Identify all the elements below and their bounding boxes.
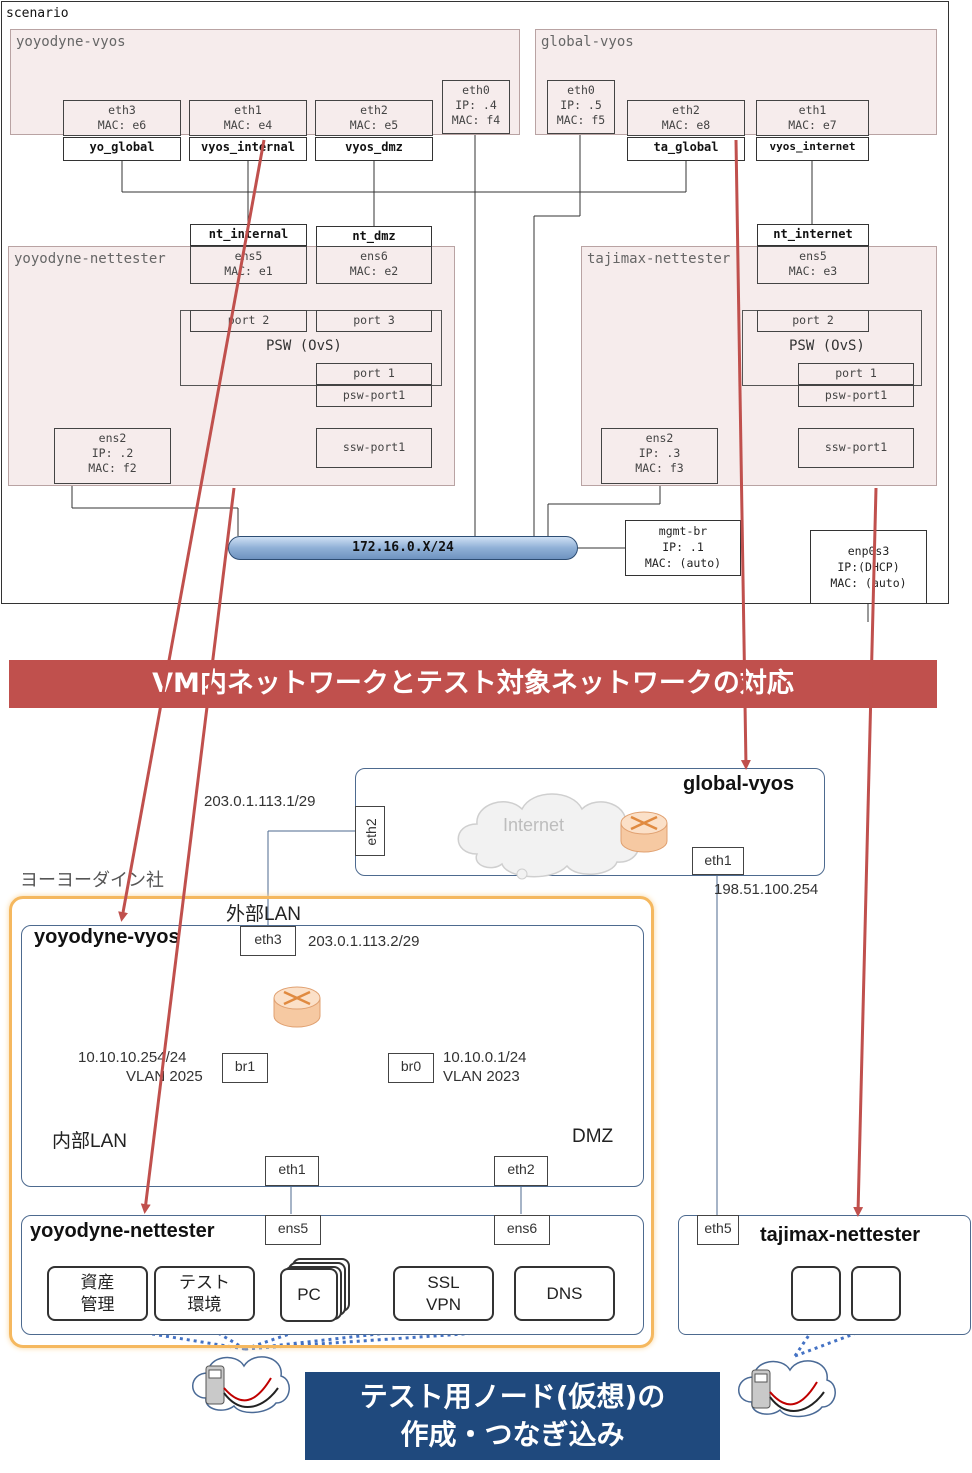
mapping-arrows <box>118 139 878 1217</box>
